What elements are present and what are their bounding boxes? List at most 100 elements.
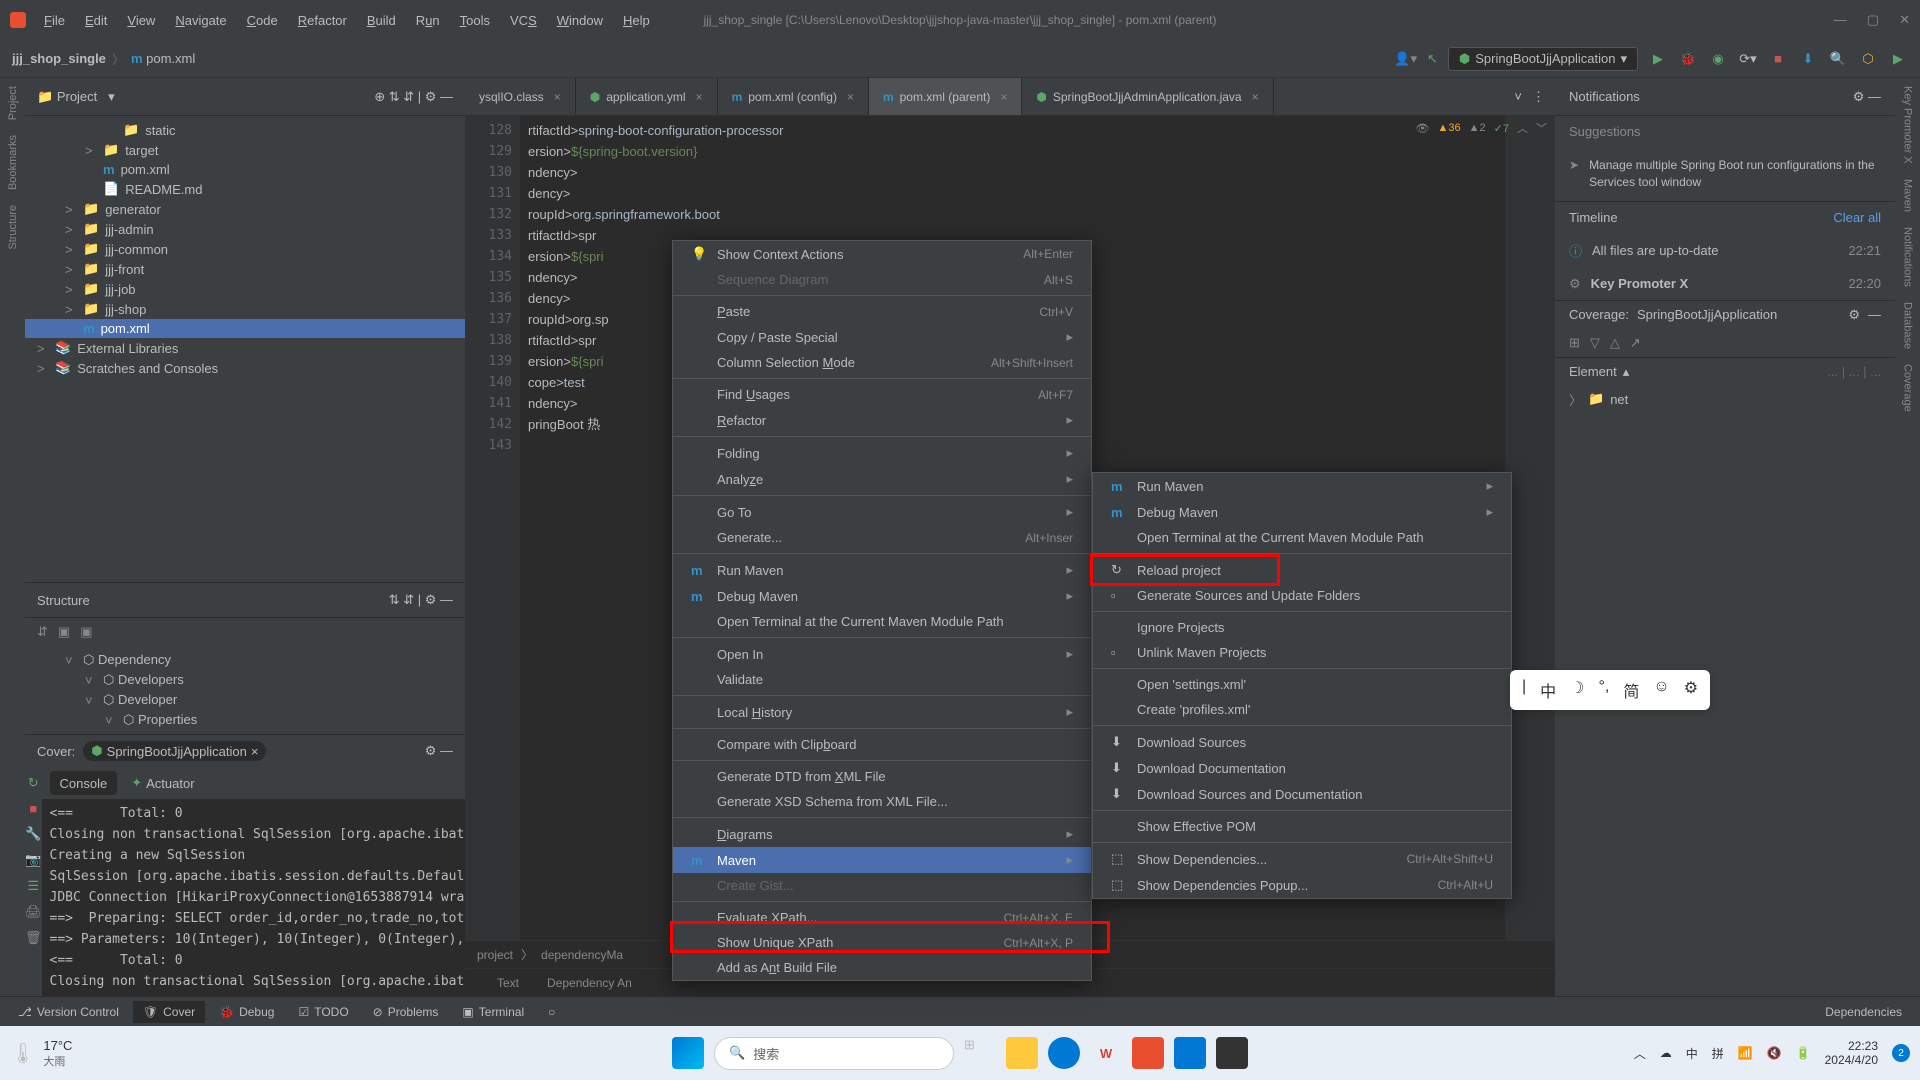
- minimap[interactable]: [1505, 116, 1555, 940]
- menu-item[interactable]: Show Effective POM: [1093, 814, 1511, 839]
- menu-item[interactable]: Generate XSD Schema from XML File...: [673, 789, 1091, 814]
- element-header[interactable]: Element: [1569, 364, 1617, 379]
- notifications-tool[interactable]: Notifications: [1902, 227, 1914, 287]
- menu-item[interactable]: mRun Maven▸: [1093, 473, 1511, 499]
- problems-tab[interactable]: ⊘ Problems: [363, 1001, 449, 1023]
- tree-item[interactable]: >📁generator: [25, 199, 465, 219]
- user-icon[interactable]: 👤▾: [1394, 51, 1417, 67]
- ime-lang-icon[interactable]: 中: [1540, 678, 1556, 702]
- menu-item[interactable]: Go To▸: [673, 499, 1091, 525]
- close-icon[interactable]: ✕: [1899, 12, 1910, 28]
- rerun-icon[interactable]: ↻: [28, 775, 39, 791]
- tree-item[interactable]: >📁jjj-front: [25, 259, 465, 279]
- clear-all-link[interactable]: Clear all: [1833, 210, 1881, 225]
- tree-item[interactable]: 📁static: [25, 120, 465, 140]
- menu-item[interactable]: ↻Reload project: [1093, 557, 1511, 583]
- wps-icon[interactable]: W: [1090, 1037, 1122, 1069]
- menu-item[interactable]: Open 'settings.xml': [1093, 672, 1511, 697]
- coverage-gear-icon[interactable]: ⚙: [1848, 307, 1860, 323]
- cover-toolbar[interactable]: ⚙ —: [425, 743, 453, 759]
- menu-vcs[interactable]: VCS: [502, 9, 545, 32]
- menu-item[interactable]: ⬚Show Dependencies Popup...Ctrl+Alt+U: [1093, 872, 1511, 898]
- menu-item[interactable]: Local History▸: [673, 699, 1091, 725]
- maximize-icon[interactable]: ▢: [1867, 12, 1879, 28]
- editor-tab[interactable]: m pom.xml (config) ×: [718, 78, 869, 115]
- menu-item[interactable]: ⬚Show Dependencies...Ctrl+Alt+Shift+U: [1093, 846, 1511, 872]
- ime-simp-icon[interactable]: 简: [1623, 678, 1639, 702]
- editor-tab[interactable]: ⬢ SpringBootJjjAdminApplication.java ×: [1022, 78, 1273, 115]
- tree-item[interactable]: >📁jjj-shop: [25, 299, 465, 319]
- structure-item[interactable]: ˅⬡ Developer: [25, 690, 465, 710]
- suggestion-item[interactable]: ➤ Manage multiple Spring Boot run config…: [1555, 147, 1895, 201]
- structure-icon[interactable]: ▣: [58, 624, 70, 640]
- menu-item[interactable]: Generate DTD from XML File: [673, 764, 1091, 789]
- menu-item[interactable]: Find UsagesAlt+F7: [673, 382, 1091, 407]
- menu-item[interactable]: Evaluate XPath...Ctrl+Alt+X, E: [673, 905, 1091, 930]
- run-button[interactable]: ▶: [1648, 49, 1668, 69]
- menu-item[interactable]: Validate: [673, 667, 1091, 692]
- tree-item[interactable]: >📁target: [25, 140, 465, 160]
- menu-window[interactable]: Window: [549, 9, 611, 32]
- todo-tab[interactable]: ☑ TODO: [288, 1001, 358, 1023]
- tray-onedrive-icon[interactable]: ☁: [1660, 1046, 1672, 1060]
- ime-moon-icon[interactable]: ☽: [1570, 678, 1584, 702]
- tray-ime-icon[interactable]: 中: [1686, 1045, 1698, 1062]
- menu-item[interactable]: Column Selection ModeAlt+Shift+Insert: [673, 350, 1091, 375]
- view-dep-tab[interactable]: Dependency An: [547, 976, 632, 990]
- menu-item[interactable]: Show Unique XPathCtrl+Alt+X, P: [673, 930, 1091, 955]
- tool-icon[interactable]: 🔧: [25, 826, 41, 842]
- project-view-selector[interactable]: 📁 Project ▾: [37, 89, 115, 105]
- tray-chevron-icon[interactable]: ︿: [1634, 1045, 1646, 1062]
- database-tool[interactable]: Database: [1902, 302, 1914, 349]
- update-button[interactable]: ⬇: [1798, 49, 1818, 69]
- run-config-selector[interactable]: ⬢ SpringBootJjjApplication ▾: [1448, 47, 1638, 71]
- minimize-icon[interactable]: —: [1834, 12, 1847, 28]
- tree-item[interactable]: >📚External Libraries: [25, 338, 465, 358]
- menu-edit[interactable]: Edit: [77, 9, 115, 32]
- tree-item[interactable]: >📚Scratches and Consoles: [25, 358, 465, 378]
- menu-item[interactable]: Open Terminal at the Current Maven Modul…: [673, 609, 1091, 634]
- ime-toolbar[interactable]: | 中 ☽ °, 简 ☺ ⚙: [1510, 670, 1710, 710]
- bookmarks-tool-button[interactable]: Bookmarks: [7, 135, 19, 190]
- console-tab[interactable]: Console: [50, 771, 118, 795]
- task-view-icon[interactable]: ⊞: [964, 1037, 996, 1069]
- weather-widget[interactable]: 🌡 17°C 大雨: [10, 1038, 72, 1069]
- menu-item[interactable]: Create 'profiles.xml': [1093, 697, 1511, 722]
- coverage-button[interactable]: ◉: [1708, 49, 1728, 69]
- tree-item[interactable]: 📄README.md: [25, 179, 465, 199]
- menu-item[interactable]: Folding▸: [673, 440, 1091, 466]
- tree-item[interactable]: >📁jjj-admin: [25, 219, 465, 239]
- menu-item[interactable]: Diagrams▸: [673, 821, 1091, 847]
- menu-item[interactable]: Analyze▸: [673, 466, 1091, 492]
- structure-icon[interactable]: ▣: [80, 624, 92, 640]
- editor-tab[interactable]: m pom.xml (parent) ×: [869, 78, 1022, 115]
- bc-dep[interactable]: dependencyMa: [541, 948, 623, 962]
- tool-icon[interactable]: ☰: [27, 878, 39, 894]
- tab-more-icon[interactable]: ⋮: [1532, 89, 1545, 105]
- tray-wifi-icon[interactable]: 📶: [1738, 1046, 1753, 1060]
- structure-item[interactable]: ˅⬡ Dependency: [25, 650, 465, 670]
- explorer-icon[interactable]: [1006, 1037, 1038, 1069]
- menu-item[interactable]: Open In▸: [673, 641, 1091, 667]
- intellij-icon[interactable]: [1132, 1037, 1164, 1069]
- maven-tool[interactable]: Maven: [1902, 179, 1914, 212]
- cov-icon[interactable]: △: [1610, 335, 1620, 351]
- menu-help[interactable]: Help: [615, 9, 658, 32]
- menu-item[interactable]: mDebug Maven▸: [1093, 499, 1511, 525]
- debug-tab[interactable]: 🐞 Debug: [209, 1001, 284, 1023]
- tray-battery-icon[interactable]: 🔋: [1796, 1046, 1811, 1060]
- menu-item[interactable]: Open Terminal at the Current Maven Modul…: [1093, 525, 1511, 550]
- ide-updates-icon[interactable]: ▶: [1888, 49, 1908, 69]
- tray-clock[interactable]: 22:23 2024/4/20: [1825, 1039, 1878, 1068]
- vscode-icon[interactable]: [1174, 1037, 1206, 1069]
- menu-item[interactable]: mMaven▸: [673, 847, 1091, 873]
- start-button[interactable]: [672, 1037, 704, 1069]
- menu-tools[interactable]: Tools: [452, 9, 498, 32]
- stop-button[interactable]: ■: [1768, 49, 1788, 69]
- ime-cursor-icon[interactable]: |: [1522, 678, 1526, 702]
- cov-icon[interactable]: ▽: [1590, 335, 1600, 351]
- key-promoter-tool[interactable]: Key Promoter X: [1902, 86, 1914, 164]
- timeline-item[interactable]: ⓘ All files are up-to-date 22:21: [1555, 233, 1895, 268]
- coverage-hide-icon[interactable]: —: [1868, 307, 1881, 322]
- menu-item[interactable]: ⬇Download Sources and Documentation: [1093, 781, 1511, 807]
